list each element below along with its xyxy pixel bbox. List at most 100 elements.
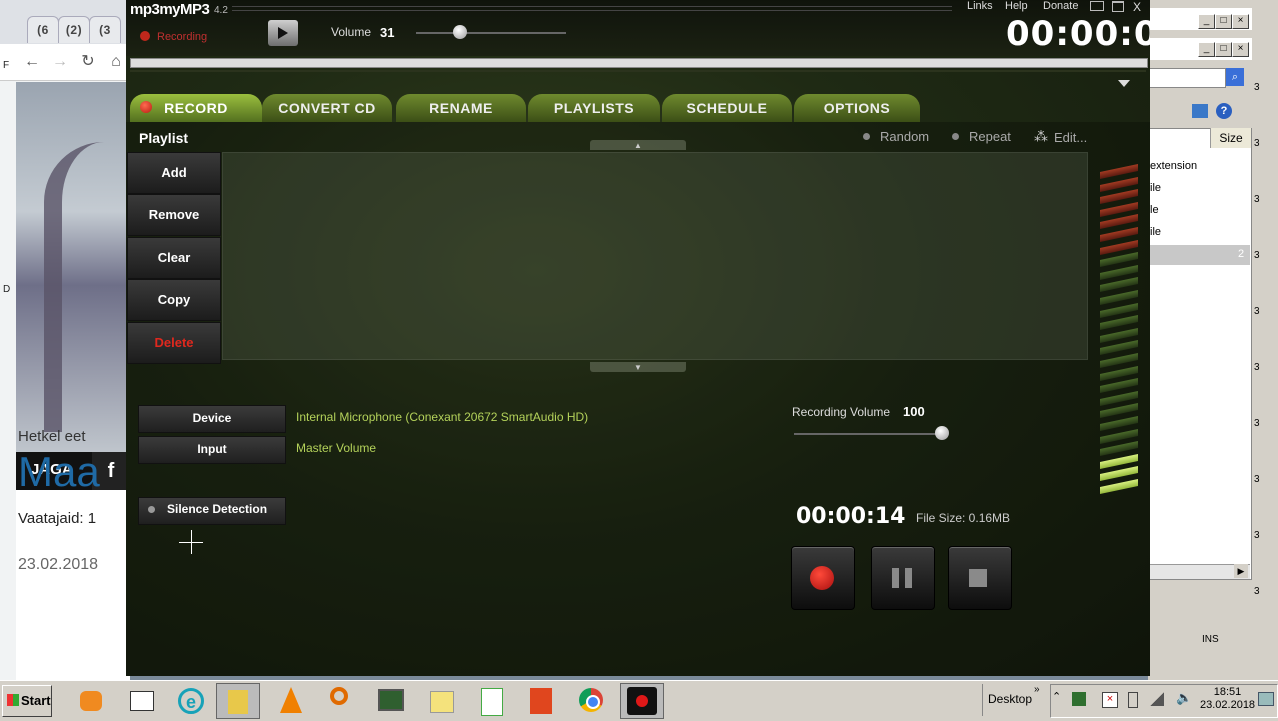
mp3mymp3-icon[interactable]	[620, 683, 664, 719]
menu-help[interactable]: Help	[1005, 0, 1028, 12]
file-row[interactable]: extension	[1150, 160, 1197, 172]
tray-app-icon[interactable]	[1072, 692, 1086, 706]
record-icon[interactable]	[810, 566, 834, 590]
elapsed-time: 00:00:14	[796, 504, 906, 529]
video-thumbnail[interactable]	[16, 82, 130, 452]
back-arrow-icon[interactable]: ←	[22, 52, 42, 72]
random-toggle[interactable]: Random	[880, 129, 929, 144]
side-number: 3	[1254, 474, 1260, 485]
pause-icon[interactable]	[905, 568, 912, 588]
close-icon[interactable]: ×	[1232, 14, 1249, 29]
pause-button[interactable]	[871, 546, 935, 610]
clock-time: 18:51	[1213, 686, 1242, 698]
media-player-icon[interactable]	[70, 683, 112, 717]
scroll-right-icon[interactable]: ▶	[1234, 564, 1248, 578]
recording-volume-slider[interactable]	[794, 433, 944, 435]
remove-button[interactable]: Remove	[127, 194, 221, 236]
playlist-area[interactable]	[222, 152, 1088, 360]
search-icon[interactable]: ⌕	[1226, 68, 1244, 86]
help-icon[interactable]: ?	[1216, 103, 1232, 119]
random-toggle-icon[interactable]	[863, 133, 870, 140]
maximize-icon[interactable]: □	[1215, 14, 1232, 29]
repeat-toggle[interactable]: Repeat	[969, 129, 1011, 144]
file-row[interactable]: le	[1150, 204, 1159, 216]
address-field[interactable]	[1148, 68, 1226, 88]
device-value[interactable]: Internal Microphone (Conexant 20672 Smar…	[296, 410, 588, 424]
view-icon[interactable]	[1192, 104, 1208, 118]
tab-schedule[interactable]: SCHEDULE	[662, 94, 792, 122]
title-drag-lines[interactable]	[232, 6, 952, 11]
waveform-icon[interactable]: ⁂	[1034, 128, 1048, 145]
office-icon[interactable]	[520, 683, 562, 717]
search-icon[interactable]	[320, 683, 362, 717]
notepad-icon[interactable]	[470, 683, 512, 717]
home-icon[interactable]: ⌂	[106, 52, 126, 72]
volume-icon[interactable]: 🔈	[1176, 690, 1192, 706]
pause-icon[interactable]	[892, 568, 899, 588]
file-list[interactable]	[1148, 128, 1252, 580]
viewers-text: Vaatajaid: 1	[18, 510, 97, 527]
restore-icon[interactable]	[1112, 1, 1124, 12]
seek-bar[interactable]	[130, 58, 1148, 68]
clock[interactable]: 18:51 23.02.2018	[1200, 686, 1255, 712]
start-label: Start	[21, 693, 51, 708]
browser-page: JAGA f	[16, 82, 130, 682]
volume-slider-knob[interactable]	[453, 25, 467, 39]
chrome-icon[interactable]	[570, 683, 612, 717]
task-manager-icon[interactable]	[370, 683, 412, 717]
record-tab-icon	[140, 101, 152, 113]
copy-button[interactable]: Copy	[127, 279, 221, 321]
menu-donate[interactable]: Donate	[1043, 0, 1078, 12]
browser-tab[interactable]: (2)	[58, 16, 90, 43]
column-header-size[interactable]: Size	[1210, 128, 1251, 148]
collapse-arrow-icon[interactable]	[1118, 80, 1130, 87]
vlc-icon[interactable]	[270, 683, 312, 717]
article-headline[interactable]: Maa	[18, 448, 100, 496]
repeat-toggle-icon[interactable]	[952, 133, 959, 140]
battery-icon[interactable]	[1128, 692, 1138, 708]
browser-tab[interactable]: (3	[89, 16, 121, 43]
minimize-icon[interactable]: _	[1198, 42, 1215, 57]
clear-button[interactable]: Clear	[127, 237, 221, 279]
clock-date: 23.02.2018	[1200, 699, 1256, 711]
explorer-window-icon[interactable]	[120, 683, 162, 717]
play-icon[interactable]	[278, 27, 288, 39]
files-icon[interactable]	[420, 683, 462, 717]
menu-links[interactable]: Links	[967, 0, 993, 12]
signal-icon[interactable]	[1150, 692, 1164, 706]
input-button[interactable]: Input	[138, 436, 286, 464]
show-hidden-icons-icon[interactable]: ⌃	[1052, 690, 1061, 703]
delete-button[interactable]: Delete	[127, 322, 221, 364]
file-row[interactable]: ile	[1150, 182, 1161, 194]
close-icon[interactable]: ×	[1232, 42, 1249, 57]
toolbar-expand-icon[interactable]: »	[1034, 684, 1040, 695]
ie-icon[interactable]: e	[170, 683, 212, 717]
file-row[interactable]: ile	[1150, 226, 1161, 238]
folder-icon[interactable]	[216, 683, 260, 719]
input-value[interactable]: Master Volume	[296, 441, 376, 455]
show-desktop-icon[interactable]	[1258, 692, 1274, 706]
forward-arrow-icon[interactable]: →	[50, 52, 70, 72]
tab-playlists[interactable]: PLAYLISTS	[528, 94, 660, 122]
volume-slider[interactable]	[416, 32, 566, 34]
stop-icon[interactable]	[969, 569, 987, 587]
edit-button[interactable]: Edit...	[1054, 130, 1087, 145]
add-button[interactable]: Add	[127, 152, 221, 194]
reload-icon[interactable]: ↻	[78, 52, 98, 72]
silence-detection-icon	[148, 506, 155, 513]
browser-tab[interactable]: (6	[27, 16, 59, 43]
close-button[interactable]: X	[1133, 0, 1141, 14]
minimize-icon[interactable]	[1090, 1, 1104, 11]
recording-volume-knob[interactable]	[935, 426, 949, 440]
tab-rename[interactable]: RENAME	[396, 94, 526, 122]
desktop-toolbar[interactable]: Desktop	[988, 692, 1032, 706]
tab-convert-cd[interactable]: CONVERT CD	[262, 94, 392, 122]
tab-label: PLAYLISTS	[553, 100, 635, 116]
network-error-icon[interactable]: ×	[1102, 692, 1118, 708]
maximize-icon[interactable]: □	[1215, 42, 1232, 57]
minimize-icon[interactable]: _	[1198, 14, 1215, 29]
device-button[interactable]: Device	[138, 405, 286, 433]
tab-options[interactable]: OPTIONS	[794, 94, 920, 122]
selected-file-row[interactable]	[1148, 245, 1250, 265]
start-button[interactable]: Start	[2, 685, 52, 717]
